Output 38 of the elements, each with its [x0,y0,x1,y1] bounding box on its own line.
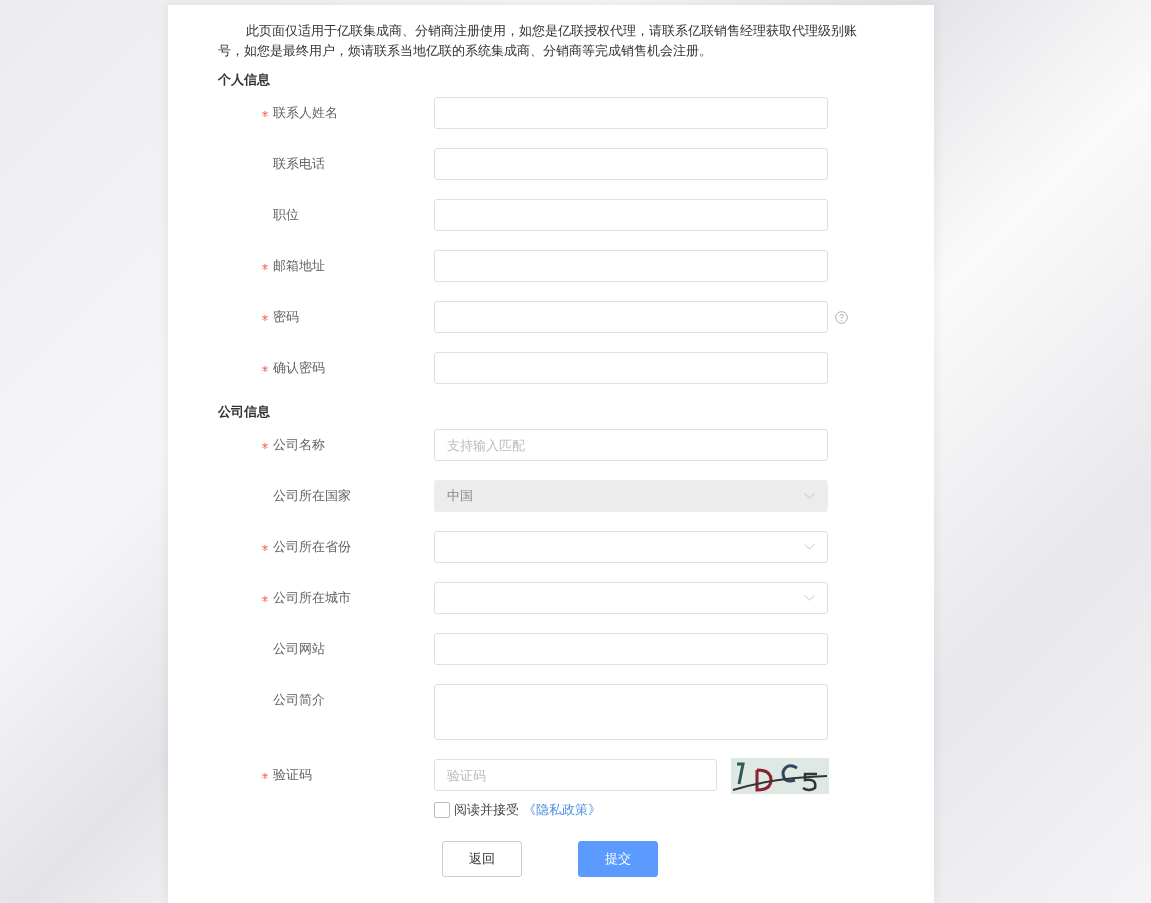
field-label: 密码 [273,308,299,326]
field-label: 联系人姓名 [273,104,338,122]
field-label: 邮箱地址 [273,257,325,275]
field-label: 验证码 [273,766,312,784]
privacy-policy-link[interactable]: 《隐私政策》 [523,801,601,819]
field-label: 确认密码 [273,359,325,377]
section-title: 公司信息 [218,403,271,421]
field-label: 联系电话 [273,155,325,173]
back-button[interactable]: 返回 [442,841,522,877]
section-title: 个人信息 [218,71,271,89]
input-field[interactable] [434,633,828,665]
input-field[interactable] [434,352,828,384]
field-label: 公司所在城市 [273,589,351,607]
field-label: 公司所在国家 [273,487,351,505]
captcha-input[interactable]: 验证码 [434,759,717,791]
field-label: 公司名称 [273,436,325,454]
field-label: 公司网站 [273,640,325,658]
checkbox[interactable] [434,802,450,818]
select-value: 中国 [447,487,473,505]
input-field[interactable] [434,97,828,129]
input-field[interactable] [434,199,828,231]
chevron-down-icon [804,544,815,550]
submit-button[interactable]: 提交 [578,841,658,877]
chevron-down-icon [804,595,815,601]
field-label: 公司简介 [273,691,325,709]
agreement-text: 阅读并接受 [454,801,519,819]
input-field[interactable] [434,301,828,333]
input-field[interactable]: 支持输入匹配 [434,429,828,461]
field-label: 职位 [273,206,299,224]
input-field[interactable] [434,250,828,282]
chevron-down-icon [804,493,815,499]
textarea-field[interactable] [434,684,828,740]
select-field[interactable] [434,531,828,563]
select-field[interactable] [434,582,828,614]
field-label: 公司所在省份 [273,538,351,556]
input-field[interactable] [434,148,828,180]
notice-text: 此页面仅适用于亿联集成商、分销商注册使用，如您是亿联授权代理，请联系亿联销售经理获取代理级别账号，如您是最终用户，烦请联系当地亿联的系统集成商、分销商等完成销售机会注册。 [218,22,858,60]
help-icon[interactable] [835,311,848,324]
